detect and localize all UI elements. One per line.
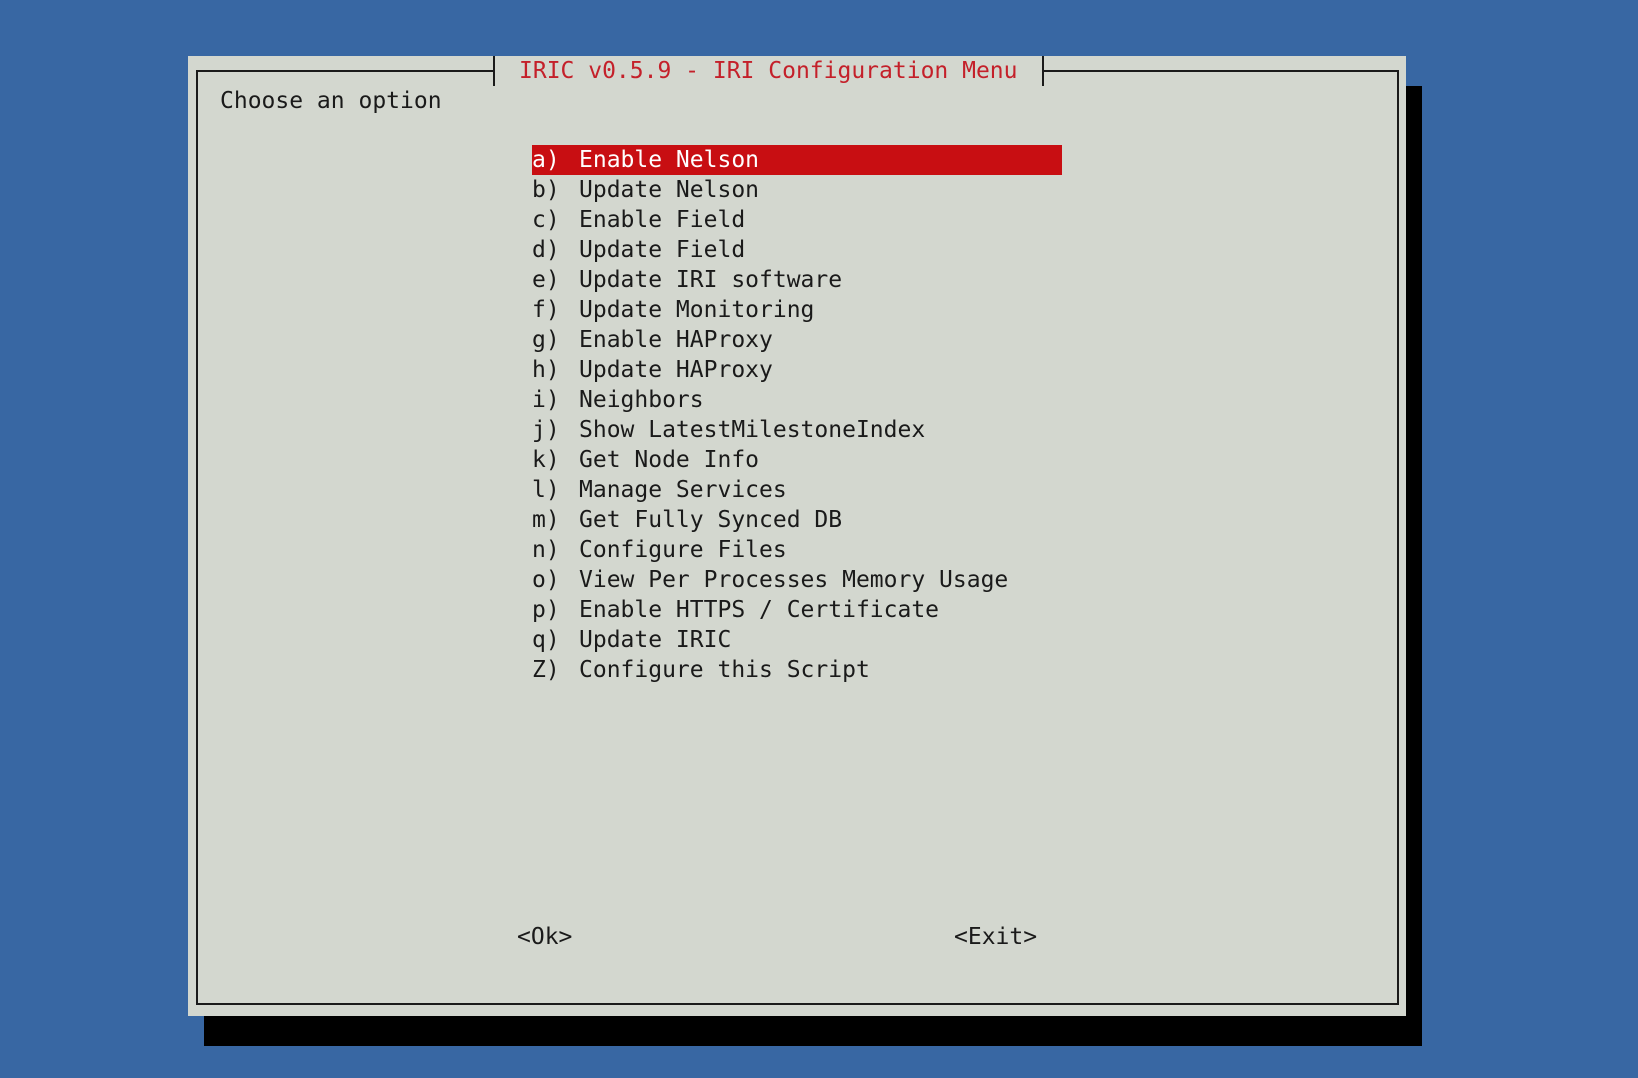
menu-item-label: Configure this Script (579, 657, 870, 683)
menu-item-manage-services[interactable]: l) Manage Services (532, 475, 1062, 505)
menu-item-label: Update HAProxy (579, 357, 773, 383)
menu-item-label: Update Field (579, 237, 746, 263)
option-menu: a) Enable Nelson b) Update Nelson c) Enable… (532, 145, 1062, 685)
menu-item-label: Show LatestMilestoneIndex (579, 417, 926, 443)
menu-item-update-field[interactable]: d) Update Field (532, 235, 1062, 265)
menu-item-key: q) (532, 627, 560, 653)
menu-item-label: Enable HAProxy (579, 327, 773, 353)
menu-item-label: View Per Processes Memory Usage (579, 567, 1009, 593)
menu-item-get-fully-synced-db[interactable]: m) Get Fully Synced DB (532, 505, 1062, 535)
menu-item-label: Enable HTTPS / Certificate (579, 597, 940, 623)
menu-item-view-memory-usage[interactable]: o) View Per Processes Memory Usage (532, 565, 1062, 595)
menu-item-show-latest-milestone-index[interactable]: j) Show LatestMilestoneIndex (532, 415, 1062, 445)
menu-item-neighbors[interactable]: i) Neighbors (532, 385, 1062, 415)
prompt-text: Choose an option (220, 88, 442, 114)
menu-item-label: Update IRIC (579, 627, 732, 653)
menu-item-label: Enable Field (579, 207, 746, 233)
menu-item-enable-haproxy[interactable]: g) Enable HAProxy (532, 325, 1062, 355)
menu-item-key: m) (532, 507, 560, 533)
menu-item-label: Get Node Info (579, 447, 760, 473)
configuration-dialog: IRIC v0.5.9 - IRI Configuration Menu Cho… (188, 56, 1406, 1016)
menu-item-key: o) (532, 567, 560, 593)
menu-item-label: Neighbors (579, 387, 704, 413)
terminal-screen: IRIC v0.5.9 - IRI Configuration Menu Cho… (0, 0, 1638, 1078)
menu-item-enable-https[interactable]: p) Enable HTTPS / Certificate (532, 595, 1062, 625)
dialog-title: IRIC v0.5.9 - IRI Configuration Menu (519, 58, 1018, 84)
menu-item-key: d) (532, 237, 560, 263)
menu-item-enable-field[interactable]: c) Enable Field (532, 205, 1062, 235)
menu-item-key: a) (532, 147, 560, 173)
exit-button[interactable]: <Exit> (954, 922, 1037, 952)
ok-button[interactable]: <Ok> (517, 922, 572, 952)
menu-item-label: Update IRI software (579, 267, 843, 293)
menu-item-update-iric[interactable]: q) Update IRIC (532, 625, 1062, 655)
menu-item-key: i) (532, 387, 560, 413)
menu-item-configure-script[interactable]: Z) Configure this Script (532, 655, 1062, 685)
menu-item-get-node-info[interactable]: k) Get Node Info (532, 445, 1062, 475)
menu-item-label: Manage Services (579, 477, 787, 503)
menu-item-key: k) (532, 447, 560, 473)
menu-item-key: p) (532, 597, 560, 623)
menu-item-update-nelson[interactable]: b) Update Nelson (532, 175, 1062, 205)
menu-item-key: h) (532, 357, 560, 383)
menu-item-configure-files[interactable]: n) Configure Files (532, 535, 1062, 565)
menu-item-update-monitoring[interactable]: f) Update Monitoring (532, 295, 1062, 325)
menu-item-key: j) (532, 417, 560, 443)
title-right-tee (1041, 56, 1044, 86)
menu-item-key: l) (532, 477, 560, 503)
menu-item-label: Get Fully Synced DB (579, 507, 843, 533)
menu-item-key: b) (532, 177, 560, 203)
menu-item-key: n) (532, 537, 560, 563)
menu-item-update-haproxy[interactable]: h) Update HAProxy (532, 355, 1062, 385)
menu-item-key: g) (532, 327, 560, 353)
menu-item-key: c) (532, 207, 560, 233)
dialog-title-bar: IRIC v0.5.9 - IRI Configuration Menu (493, 56, 1044, 86)
menu-item-label: Enable Nelson (579, 147, 760, 173)
menu-item-enable-nelson[interactable]: a) Enable Nelson (532, 145, 1062, 175)
menu-item-update-iri-software[interactable]: e) Update IRI software (532, 265, 1062, 295)
menu-item-label: Configure Files (579, 537, 787, 563)
menu-item-key: e) (532, 267, 560, 293)
menu-item-label: Update Monitoring (579, 297, 815, 323)
menu-item-key: Z) (532, 657, 560, 683)
dialog-buttons: <Ok> <Exit> (188, 922, 1406, 952)
menu-item-key: f) (532, 297, 560, 323)
menu-item-label: Update Nelson (579, 177, 760, 203)
